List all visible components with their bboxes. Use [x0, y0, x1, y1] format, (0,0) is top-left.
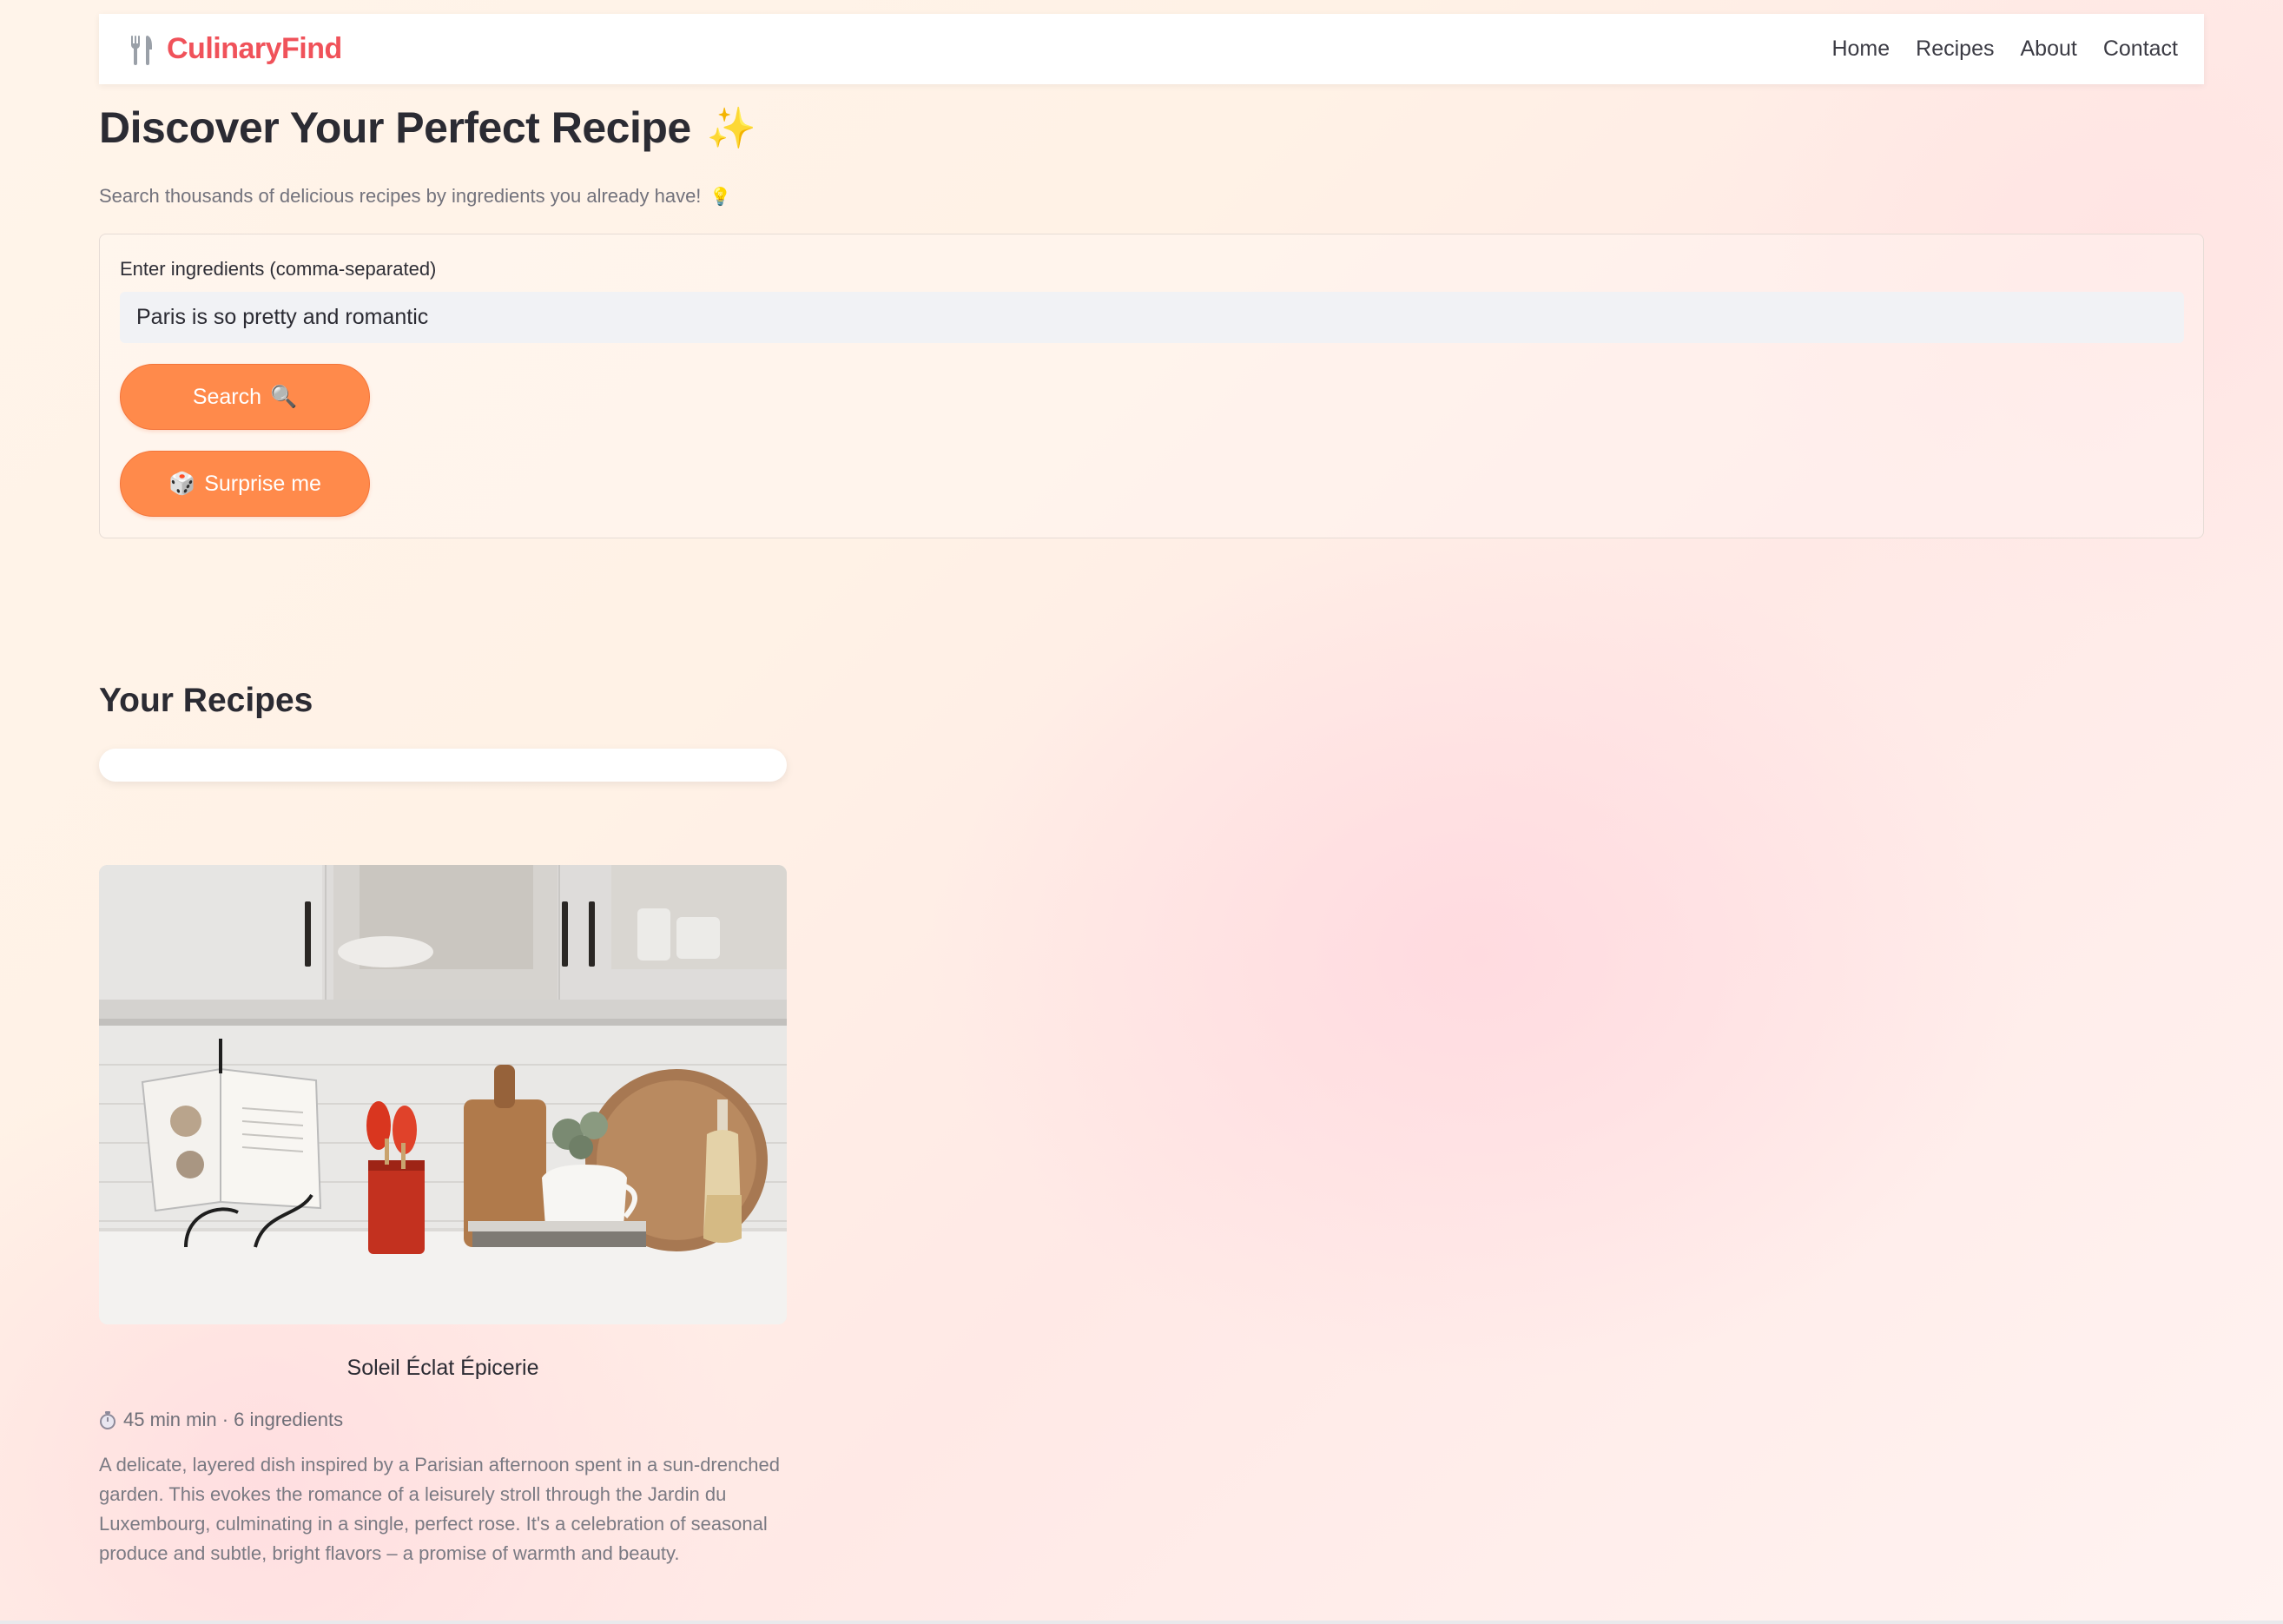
nav-contact-link[interactable]: Contact [2103, 36, 2178, 62]
surprise-button-label: Surprise me [204, 471, 321, 496]
recipe-title: Soleil Éclat Épicerie [346, 1356, 539, 1380]
nav-about-link[interactable]: About [2020, 36, 2076, 62]
surprise-me-button[interactable]: 🎲 Surprise me [120, 451, 370, 517]
ingredients-label: Enter ingredients (comma-separated) [120, 258, 437, 280]
subtitle-text: Search thousands of delicious recipes by… [99, 185, 702, 207]
timer-icon [99, 1410, 116, 1429]
recipe-card[interactable]: Soleil Éclat Épicerie 45 min min · 6 ing… [99, 865, 787, 1568]
recipe-image [99, 865, 787, 1324]
results-title: Your Recipes [99, 682, 313, 719]
page-title: Discover Your Perfect Recipe ✨ [99, 102, 756, 153]
page-subtitle: Search thousands of delicious recipes by… [99, 185, 731, 208]
dice-icon: 🎲 [168, 471, 196, 496]
search-panel: Enter ingredients (comma-separated) Sear… [99, 234, 2204, 538]
page-title-text: Discover Your Perfect Recipe [99, 103, 691, 152]
search-button-label: Search [192, 384, 262, 409]
recipe-description: A delicate, layered dish inspired by a P… [99, 1454, 780, 1564]
brand-logo[interactable]: CulinaryFind [129, 32, 342, 66]
fork-knife-icon [129, 34, 155, 65]
top-navbar: CulinaryFind Home Recipes About Contact [99, 14, 2204, 84]
lightbulb-icon: 💡 [709, 187, 732, 207]
ingredients-input[interactable] [120, 292, 2184, 343]
brand-name: CulinaryFind [167, 32, 342, 65]
magnifier-icon: 🔍 [270, 384, 298, 409]
recipe-meta-text: 45 min min · 6 ingredients [123, 1409, 344, 1430]
sparkles-icon: ✨ [706, 104, 756, 150]
results-filter-bar[interactable] [99, 749, 787, 782]
recipe-meta: 45 min min · 6 ingredients [99, 1409, 787, 1431]
page-bottom-divider [0, 1621, 2283, 1624]
nav-recipes-link[interactable]: Recipes [1916, 36, 1994, 62]
nav-home-link[interactable]: Home [1831, 36, 1890, 62]
search-button[interactable]: Search 🔍 [120, 364, 370, 430]
nav-menu: Home Recipes About Contact [1831, 36, 2178, 62]
